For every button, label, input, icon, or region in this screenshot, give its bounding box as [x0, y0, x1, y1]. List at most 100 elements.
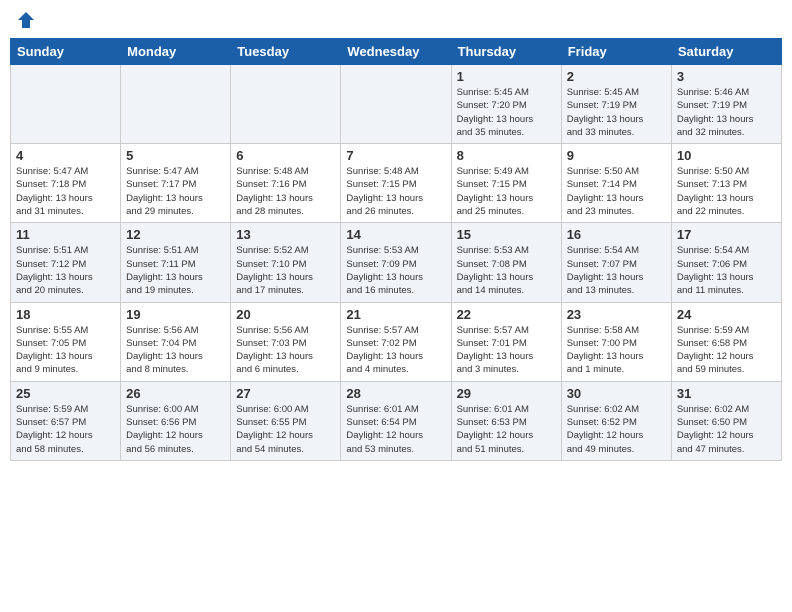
- day-number: 5: [126, 148, 225, 163]
- day-info-text: Sunrise: 5:53 AM Sunset: 7:08 PM Dayligh…: [457, 244, 556, 297]
- calendar-week-row: 4 Sunrise: 5:47 AM Sunset: 7:18 PM Daylig…: [11, 144, 782, 223]
- calendar-cell: 21Sunrise: 5:57 AM Sunset: 7:02 PM Dayli…: [341, 302, 451, 381]
- day-info-text: Sunrise: 5:59 AM Sunset: 6:58 PM Dayligh…: [677, 324, 776, 377]
- calendar-header-row: SundayMondayTuesdayWednesdayThursdayFrid…: [11, 39, 782, 65]
- day-number: 8: [457, 148, 556, 163]
- day-info-text: Sunrise: 5:52 AM Sunset: 7:10 PM Dayligh…: [236, 244, 335, 297]
- day-number: 15: [457, 227, 556, 242]
- calendar-cell: 19Sunrise: 5:56 AM Sunset: 7:04 PM Dayli…: [121, 302, 231, 381]
- day-number: 23: [567, 307, 666, 322]
- day-number: 1: [457, 69, 556, 84]
- calendar-cell: 8 Sunrise: 5:49 AM Sunset: 7:15 PM Daylig…: [451, 144, 561, 223]
- day-info-text: Sunrise: 5:54 AM Sunset: 7:07 PM Dayligh…: [567, 244, 666, 297]
- calendar-cell: [121, 65, 231, 144]
- day-number: 24: [677, 307, 776, 322]
- day-info-text: Sunrise: 5:54 AM Sunset: 7:06 PM Dayligh…: [677, 244, 776, 297]
- calendar-cell: 27 Sunrise: 6:00 AM Sunset: 6:55 PM Dayli…: [231, 381, 341, 460]
- day-number: 20: [236, 307, 335, 322]
- calendar-cell: 28Sunrise: 6:01 AM Sunset: 6:54 PM Dayli…: [341, 381, 451, 460]
- calendar-week-row: 1 Sunrise: 5:45 AM Sunset: 7:20 PM Daylig…: [11, 65, 782, 144]
- day-number: 4: [16, 148, 115, 163]
- day-number: 21: [346, 307, 445, 322]
- calendar-cell: 16 Sunrise: 5:54 AM Sunset: 7:07 PM Dayli…: [561, 223, 671, 302]
- day-number: 7: [346, 148, 445, 163]
- day-info-text: Sunrise: 5:48 AM Sunset: 7:16 PM Dayligh…: [236, 165, 335, 218]
- day-header-thursday: Thursday: [451, 39, 561, 65]
- day-number: 14: [346, 227, 445, 242]
- day-number: 19: [126, 307, 225, 322]
- calendar-cell: 2 Sunrise: 5:45 AM Sunset: 7:19 PM Daylig…: [561, 65, 671, 144]
- calendar-cell: 17Sunrise: 5:54 AM Sunset: 7:06 PM Dayli…: [671, 223, 781, 302]
- day-info-text: Sunrise: 5:50 AM Sunset: 7:14 PM Dayligh…: [567, 165, 666, 218]
- day-number: 12: [126, 227, 225, 242]
- day-number: 2: [567, 69, 666, 84]
- day-info-text: Sunrise: 5:53 AM Sunset: 7:09 PM Dayligh…: [346, 244, 445, 297]
- day-number: 3: [677, 69, 776, 84]
- day-number: 18: [16, 307, 115, 322]
- calendar-cell: 26 Sunrise: 6:00 AM Sunset: 6:56 PM Dayli…: [121, 381, 231, 460]
- day-number: 10: [677, 148, 776, 163]
- calendar-cell: 11 Sunrise: 5:51 AM Sunset: 7:12 PM Dayli…: [11, 223, 121, 302]
- day-number: 27: [236, 386, 335, 401]
- day-number: 25: [16, 386, 115, 401]
- day-info-text: Sunrise: 5:58 AM Sunset: 7:00 PM Dayligh…: [567, 324, 666, 377]
- day-number: 30: [567, 386, 666, 401]
- calendar-cell: 22 Sunrise: 5:57 AM Sunset: 7:01 PM Dayli…: [451, 302, 561, 381]
- calendar-cell: 31Sunrise: 6:02 AM Sunset: 6:50 PM Dayli…: [671, 381, 781, 460]
- day-info-text: Sunrise: 5:51 AM Sunset: 7:11 PM Dayligh…: [126, 244, 225, 297]
- day-number: 6: [236, 148, 335, 163]
- calendar-cell: 9 Sunrise: 5:50 AM Sunset: 7:14 PM Daylig…: [561, 144, 671, 223]
- day-number: 31: [677, 386, 776, 401]
- day-header-wednesday: Wednesday: [341, 39, 451, 65]
- day-info-text: Sunrise: 5:59 AM Sunset: 6:57 PM Dayligh…: [16, 403, 115, 456]
- calendar-cell: 20 Sunrise: 5:56 AM Sunset: 7:03 PM Dayli…: [231, 302, 341, 381]
- day-info-text: Sunrise: 5:46 AM Sunset: 7:19 PM Dayligh…: [677, 86, 776, 139]
- day-number: 26: [126, 386, 225, 401]
- calendar-cell: 23 Sunrise: 5:58 AM Sunset: 7:00 PM Dayli…: [561, 302, 671, 381]
- calendar-week-row: 18 Sunrise: 5:55 AM Sunset: 7:05 PM Dayli…: [11, 302, 782, 381]
- day-info-text: Sunrise: 5:45 AM Sunset: 7:19 PM Dayligh…: [567, 86, 666, 139]
- calendar-cell: [231, 65, 341, 144]
- day-info-text: Sunrise: 5:51 AM Sunset: 7:12 PM Dayligh…: [16, 244, 115, 297]
- calendar-cell: 24 Sunrise: 5:59 AM Sunset: 6:58 PM Dayli…: [671, 302, 781, 381]
- calendar-cell: 6 Sunrise: 5:48 AM Sunset: 7:16 PM Daylig…: [231, 144, 341, 223]
- calendar-cell: [341, 65, 451, 144]
- calendar-cell: 18 Sunrise: 5:55 AM Sunset: 7:05 PM Dayli…: [11, 302, 121, 381]
- day-number: 16: [567, 227, 666, 242]
- day-header-friday: Friday: [561, 39, 671, 65]
- calendar-cell: [11, 65, 121, 144]
- day-number: 13: [236, 227, 335, 242]
- calendar-table: SundayMondayTuesdayWednesdayThursdayFrid…: [10, 38, 782, 461]
- calendar-cell: 12 Sunrise: 5:51 AM Sunset: 7:11 PM Dayli…: [121, 223, 231, 302]
- day-info-text: Sunrise: 5:55 AM Sunset: 7:05 PM Dayligh…: [16, 324, 115, 377]
- day-info-text: Sunrise: 6:01 AM Sunset: 6:53 PM Dayligh…: [457, 403, 556, 456]
- day-number: 29: [457, 386, 556, 401]
- calendar-cell: 7Sunrise: 5:48 AM Sunset: 7:15 PM Daylig…: [341, 144, 451, 223]
- day-info-text: Sunrise: 5:57 AM Sunset: 7:01 PM Dayligh…: [457, 324, 556, 377]
- day-number: 28: [346, 386, 445, 401]
- day-header-tuesday: Tuesday: [231, 39, 341, 65]
- day-info-text: Sunrise: 5:50 AM Sunset: 7:13 PM Dayligh…: [677, 165, 776, 218]
- calendar-week-row: 25 Sunrise: 5:59 AM Sunset: 6:57 PM Dayli…: [11, 381, 782, 460]
- calendar-cell: 4 Sunrise: 5:47 AM Sunset: 7:18 PM Daylig…: [11, 144, 121, 223]
- calendar-cell: 30 Sunrise: 6:02 AM Sunset: 6:52 PM Dayli…: [561, 381, 671, 460]
- day-header-monday: Monday: [121, 39, 231, 65]
- day-number: 9: [567, 148, 666, 163]
- day-info-text: Sunrise: 6:02 AM Sunset: 6:52 PM Dayligh…: [567, 403, 666, 456]
- calendar-cell: 1 Sunrise: 5:45 AM Sunset: 7:20 PM Daylig…: [451, 65, 561, 144]
- calendar-cell: 29 Sunrise: 6:01 AM Sunset: 6:53 PM Dayli…: [451, 381, 561, 460]
- day-info-text: Sunrise: 5:47 AM Sunset: 7:18 PM Dayligh…: [16, 165, 115, 218]
- day-header-sunday: Sunday: [11, 39, 121, 65]
- day-number: 22: [457, 307, 556, 322]
- day-header-saturday: Saturday: [671, 39, 781, 65]
- day-info-text: Sunrise: 6:00 AM Sunset: 6:56 PM Dayligh…: [126, 403, 225, 456]
- day-info-text: Sunrise: 5:56 AM Sunset: 7:03 PM Dayligh…: [236, 324, 335, 377]
- day-info-text: Sunrise: 5:49 AM Sunset: 7:15 PM Dayligh…: [457, 165, 556, 218]
- day-info-text: Sunrise: 5:45 AM Sunset: 7:20 PM Dayligh…: [457, 86, 556, 139]
- day-number: 11: [16, 227, 115, 242]
- calendar-cell: 14 Sunrise: 5:53 AM Sunset: 7:09 PM Dayli…: [341, 223, 451, 302]
- calendar-cell: 5Sunrise: 5:47 AM Sunset: 7:17 PM Daylig…: [121, 144, 231, 223]
- logo-icon: [16, 10, 36, 30]
- day-info-text: Sunrise: 6:00 AM Sunset: 6:55 PM Dayligh…: [236, 403, 335, 456]
- calendar-cell: 13 Sunrise: 5:52 AM Sunset: 7:10 PM Dayli…: [231, 223, 341, 302]
